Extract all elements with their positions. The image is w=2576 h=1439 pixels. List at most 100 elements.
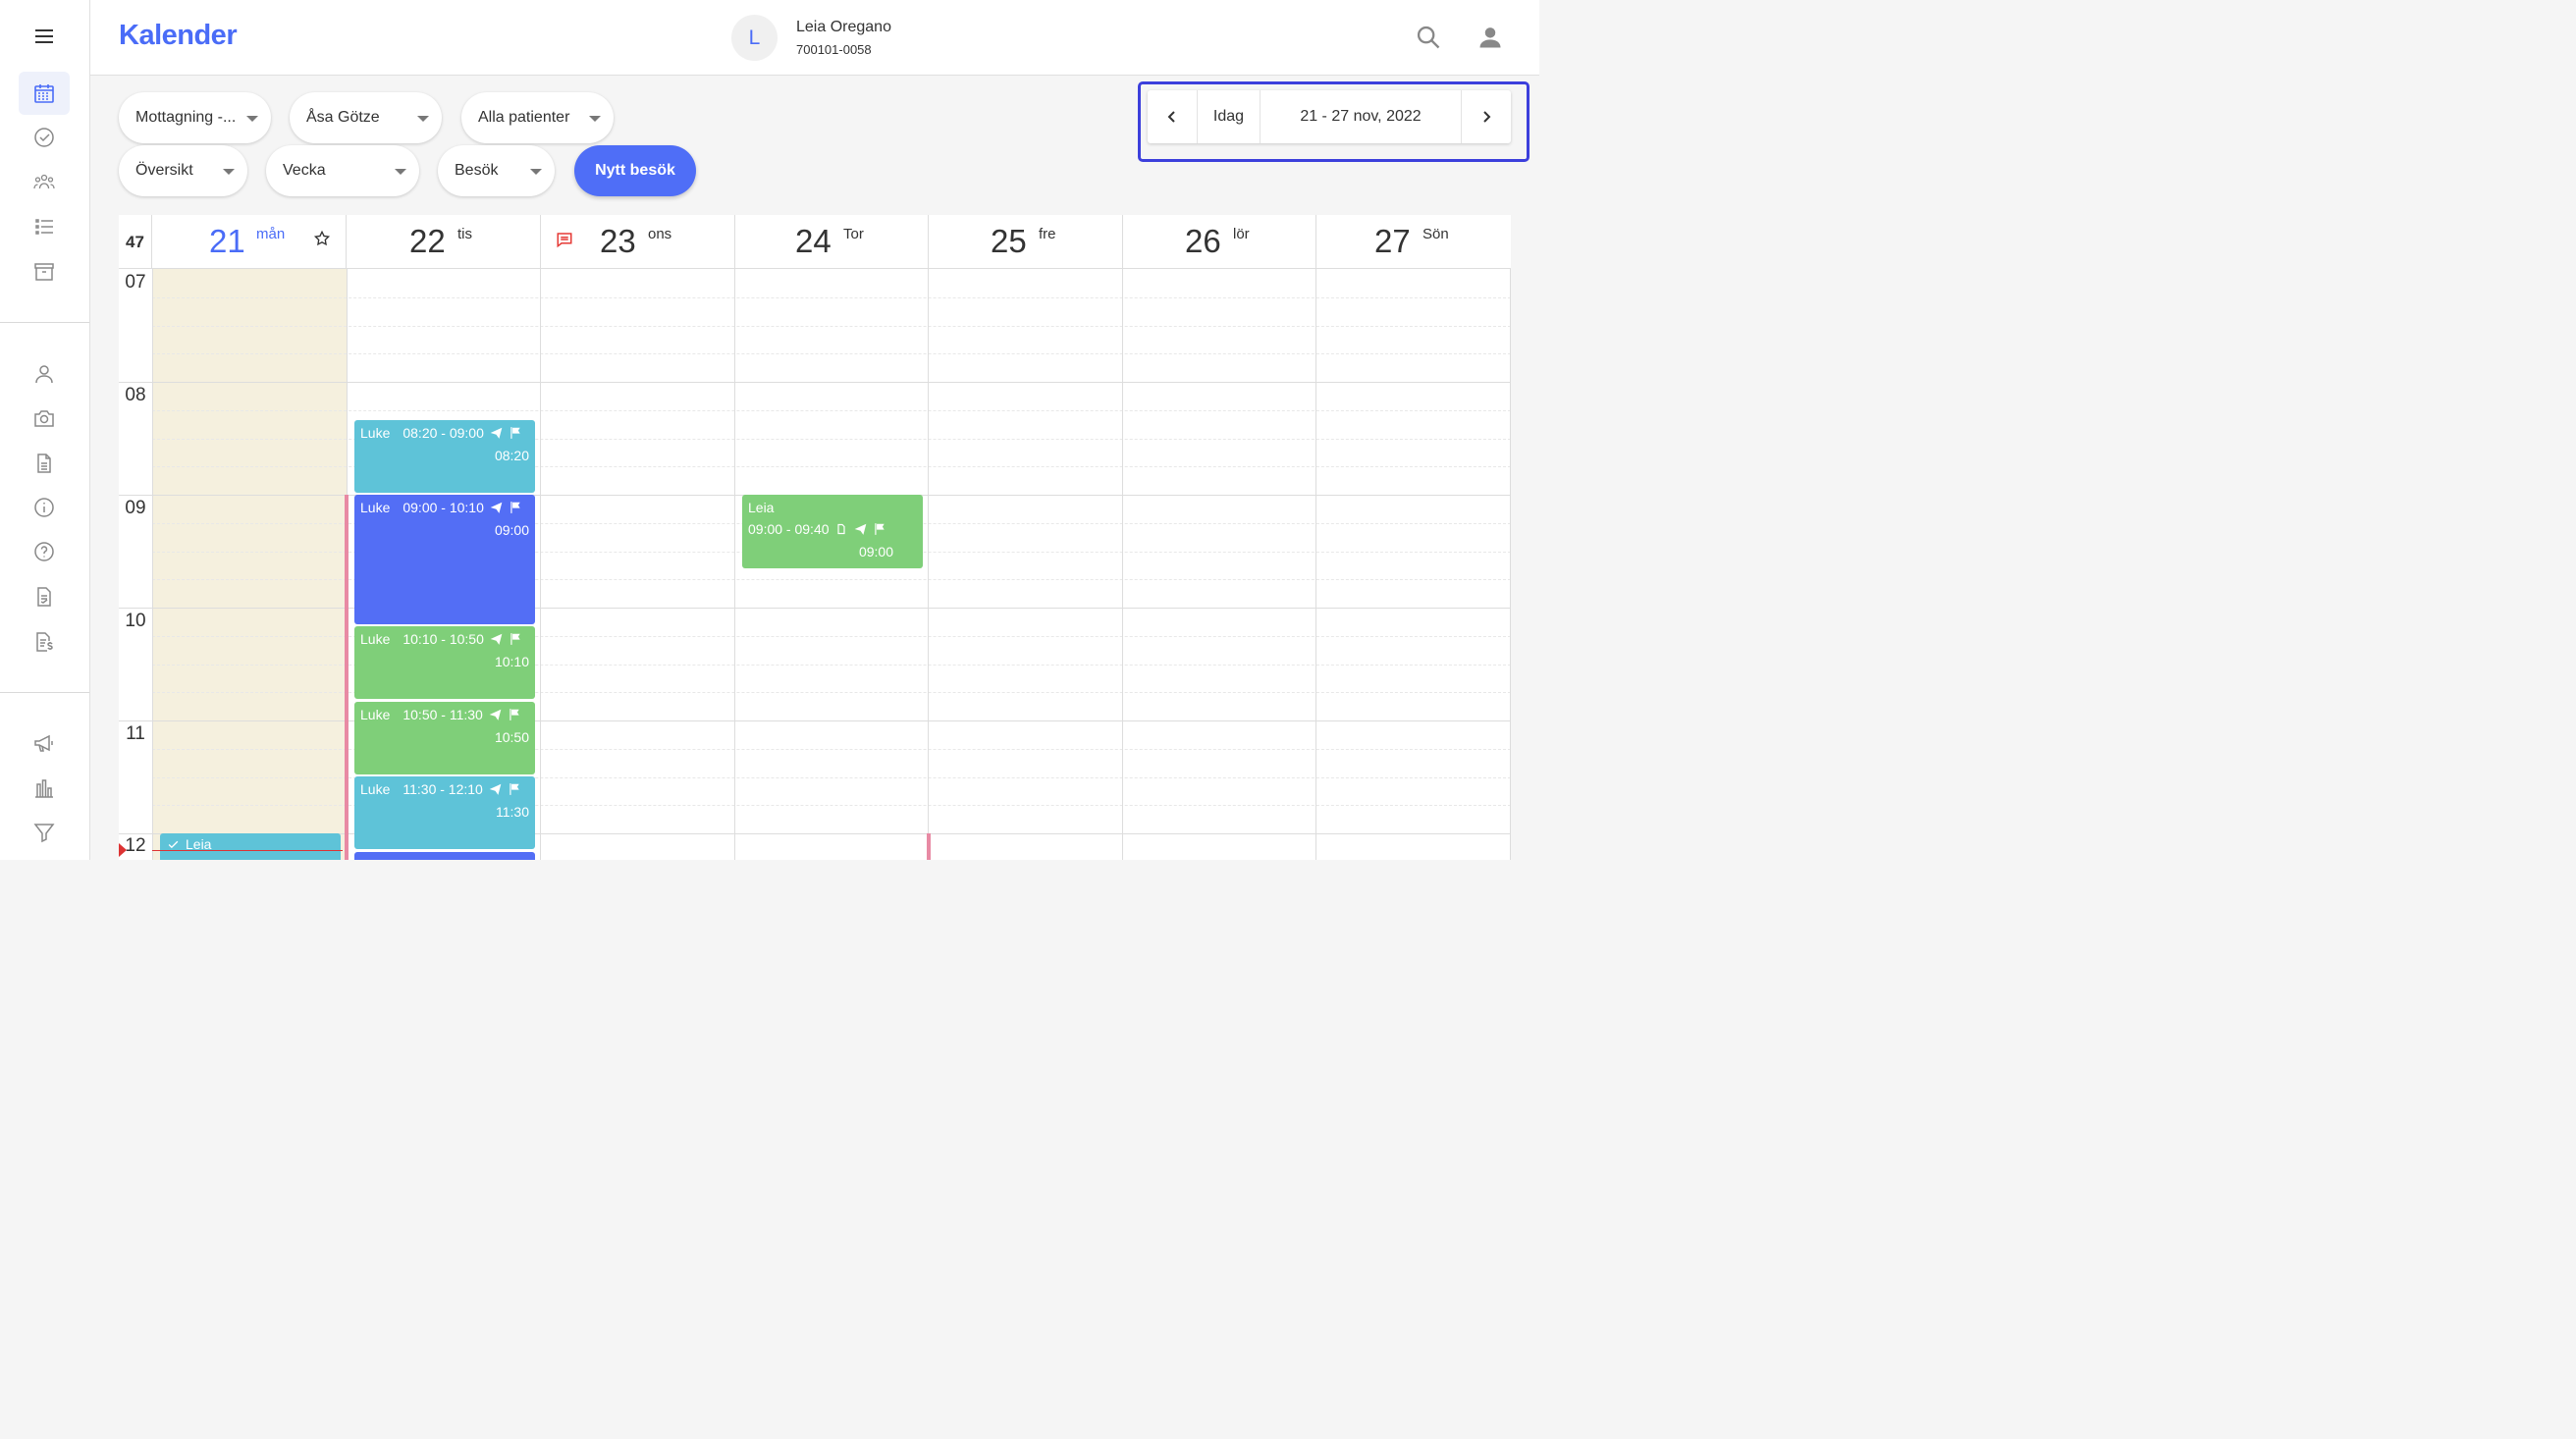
day-name: Tor — [843, 226, 864, 242]
day-header-sun[interactable]: 27 Sön — [1316, 215, 1511, 269]
column-line — [152, 269, 153, 860]
send-icon — [854, 523, 866, 535]
sidebar-item-list[interactable] — [19, 205, 70, 248]
sidebar-item-archive[interactable] — [19, 250, 70, 293]
event-start: 10:50 — [494, 729, 529, 745]
current-time-marker-icon — [119, 843, 127, 857]
practitioner-select[interactable]: Åsa Götze — [290, 92, 442, 143]
account-button[interactable] — [1475, 22, 1506, 53]
filter-icon — [33, 824, 55, 843]
patient-avatar[interactable]: L — [731, 15, 778, 61]
sidebar-item-statistics[interactable] — [19, 767, 70, 810]
archive-icon — [34, 263, 54, 281]
calendar-grid[interactable]: 07 08 09 10 11 12 Luke 08:20 - 09:00 08:… — [119, 269, 1511, 860]
current-time-line — [152, 850, 343, 851]
day-name: lör — [1233, 226, 1250, 242]
availability-bar — [345, 495, 349, 860]
star-icon[interactable] — [313, 230, 331, 247]
day-header-sat[interactable]: 26 lör — [1123, 215, 1316, 269]
send-icon — [490, 502, 503, 513]
sidebar-item-help[interactable] — [19, 530, 70, 573]
type-select[interactable]: Besök — [438, 145, 555, 196]
sidebar-item-filter[interactable] — [19, 811, 70, 854]
chevron-right-icon — [1483, 111, 1491, 123]
chevron-down-icon — [395, 169, 406, 175]
day-header-tue[interactable]: 22 tis — [347, 215, 541, 269]
column-line — [540, 269, 541, 860]
event-time: 08:20 - 09:00 — [402, 425, 484, 441]
search-button[interactable] — [1413, 22, 1444, 53]
hour-label: 09 — [125, 498, 146, 518]
hour-label: 07 — [125, 272, 146, 293]
sidebar-item-announcements[interactable] — [19, 721, 70, 765]
sidebar-item-invoices[interactable] — [19, 620, 70, 664]
sidebar-item-groups[interactable] — [19, 160, 70, 203]
grid-subline — [152, 353, 1511, 354]
day-header-mon[interactable]: 21 mån — [153, 215, 347, 269]
event-patient: Leia — [748, 500, 775, 515]
comment-icon[interactable] — [556, 231, 573, 248]
new-visit-button[interactable]: Nytt besök — [574, 145, 696, 196]
day-number: 21 — [209, 223, 245, 259]
check-circle-icon — [34, 128, 54, 147]
day-number: 27 — [1374, 223, 1411, 259]
day-name: mån — [256, 226, 286, 242]
day-header-thu[interactable]: 24 Tor — [735, 215, 929, 269]
chevron-down-icon — [246, 116, 258, 122]
period-select-value: Vecka — [283, 162, 326, 179]
event-patient: Luke — [360, 707, 391, 722]
appointment-event[interactable]: Luke 11:30 - 12:10 11:30 — [354, 776, 535, 849]
next-week-button[interactable] — [1462, 90, 1511, 143]
flag-icon — [874, 523, 885, 535]
appointment-event[interactable]: Leia 09:00 - 09:40 09:00 — [742, 495, 923, 568]
megaphone-icon — [34, 734, 53, 752]
menu-button[interactable] — [19, 15, 70, 58]
view-select[interactable]: Översikt — [119, 145, 247, 196]
send-icon — [490, 633, 503, 645]
send-icon — [490, 427, 503, 439]
period-select[interactable]: Vecka — [266, 145, 419, 196]
bar-chart-icon — [35, 779, 53, 798]
appointment-event[interactable]: Luke 10:10 - 10:50 10:10 — [354, 626, 535, 699]
event-start: 08:20 — [494, 448, 529, 463]
today-button[interactable]: Idag — [1198, 90, 1261, 143]
today-column — [153, 269, 347, 860]
event-patient: Luke — [360, 781, 391, 797]
event-start: 10:10 — [494, 654, 529, 669]
appointment-event[interactable]: Leia — [160, 833, 341, 860]
practitioner-select-value: Åsa Götze — [306, 109, 380, 126]
grid-subline — [152, 326, 1511, 327]
patients-select[interactable]: Alla patienter — [461, 92, 614, 143]
patient-name[interactable]: Leia Oregano — [796, 19, 891, 36]
day-number: 23 — [600, 223, 636, 259]
column-line — [928, 269, 929, 860]
clinic-select[interactable]: Mottagning -... — [119, 92, 271, 143]
sidebar-item-tasks[interactable] — [19, 116, 70, 159]
appointment-event[interactable]: Luke 09:00 - 10:10 09:00 — [354, 495, 535, 624]
sidebar-item-journal[interactable] — [19, 442, 70, 485]
chevron-down-icon — [417, 116, 429, 122]
week-navigator: Idag 21 - 27 nov, 2022 — [1148, 90, 1511, 143]
type-select-value: Besök — [455, 162, 499, 179]
column-line — [734, 269, 735, 860]
hour-line — [119, 608, 1511, 609]
week-range-label[interactable]: 21 - 27 nov, 2022 — [1261, 90, 1462, 143]
prev-week-button[interactable] — [1148, 90, 1198, 143]
clinic-select-value: Mottagning -... — [135, 109, 237, 126]
sidebar-item-reports[interactable] — [19, 575, 70, 618]
info-icon — [34, 498, 54, 517]
sidebar-item-photos[interactable] — [19, 397, 70, 440]
day-header-fri[interactable]: 25 fre — [929, 215, 1123, 269]
sidebar-item-info[interactable] — [19, 486, 70, 529]
account-icon — [1479, 27, 1501, 48]
appointment-event[interactable] — [354, 852, 535, 860]
appointment-event[interactable]: Luke 10:50 - 11:30 10:50 — [354, 702, 535, 774]
day-number: 26 — [1185, 223, 1221, 259]
event-time: 11:30 - 12:10 — [402, 781, 483, 797]
appointment-event[interactable]: Luke 08:20 - 09:00 08:20 — [354, 420, 535, 493]
sidebar-item-patient[interactable] — [19, 352, 70, 396]
flag-icon — [510, 427, 520, 439]
report-icon — [37, 587, 51, 607]
day-header-wed[interactable]: 23 ons — [541, 215, 735, 269]
sidebar-item-calendar[interactable] — [19, 72, 70, 115]
